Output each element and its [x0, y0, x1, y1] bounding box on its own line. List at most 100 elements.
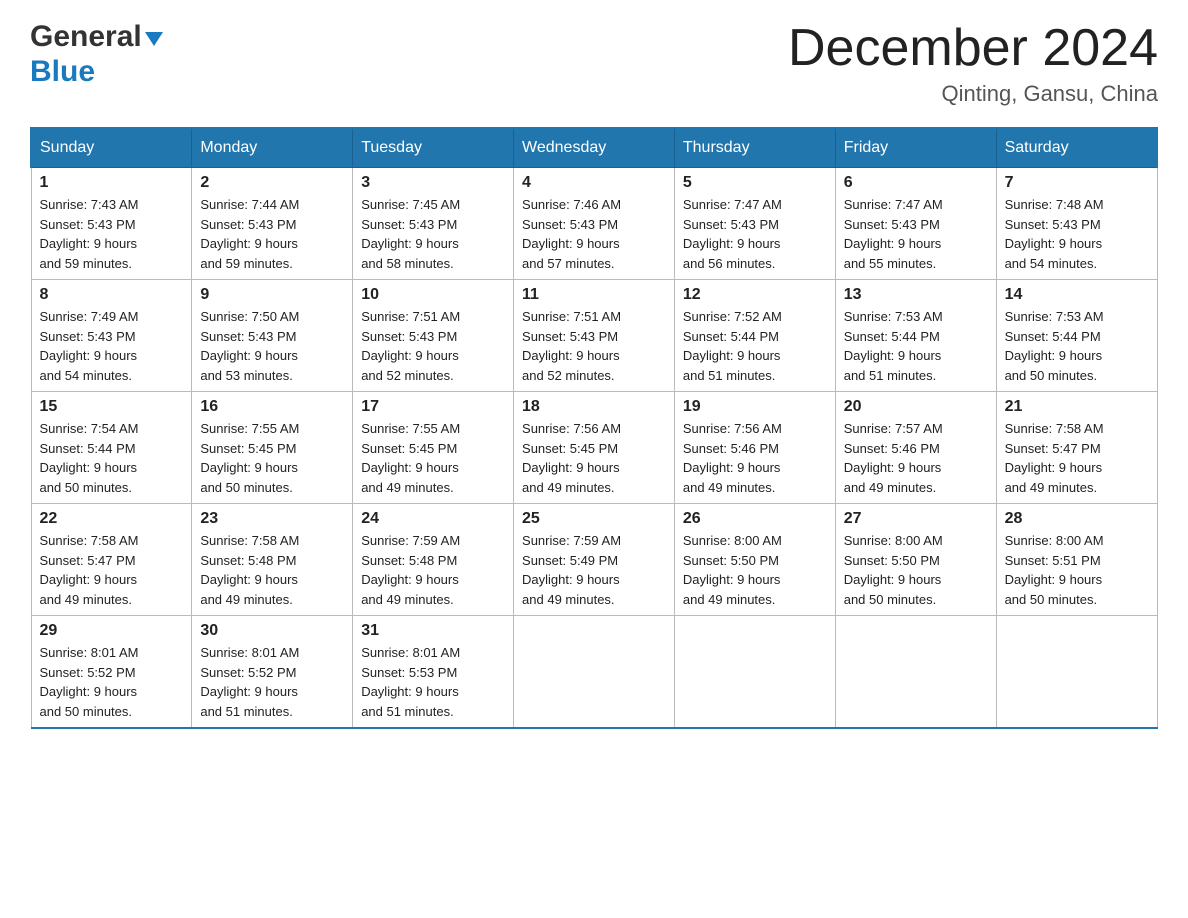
header-friday: Friday [835, 128, 996, 168]
day-number: 29 [40, 622, 184, 640]
calendar-cell: 23 Sunrise: 7:58 AMSunset: 5:48 PMDayligh… [192, 504, 353, 616]
day-number: 6 [844, 174, 988, 192]
calendar-cell: 20Sunrise: 7:57 AMSunset: 5:46 PMDayligh… [835, 392, 996, 504]
day-info: Sunrise: 7:47 AMSunset: 5:43 PMDaylight:… [683, 195, 827, 273]
day-number: 16 [200, 398, 344, 416]
day-info: Sunrise: 7:51 AMSunset: 5:43 PMDaylight:… [361, 307, 505, 385]
calendar-cell: 5Sunrise: 7:47 AMSunset: 5:43 PMDaylight… [674, 168, 835, 280]
calendar-cell: 15Sunrise: 7:54 AMSunset: 5:44 PMDayligh… [31, 392, 192, 504]
day-number: 25 [522, 510, 666, 528]
page-header: General Blue December 2024 Qinting, Gans… [30, 20, 1158, 107]
calendar-week-2: 8 Sunrise: 7:49 AMSunset: 5:43 PMDaylight… [31, 280, 1157, 392]
header-monday: Monday [192, 128, 353, 168]
month-title: December 2024 [788, 20, 1158, 77]
day-info: Sunrise: 7:55 AMSunset: 5:45 PMDaylight:… [361, 419, 505, 497]
calendar-week-4: 22Sunrise: 7:58 AMSunset: 5:47 PMDayligh… [31, 504, 1157, 616]
day-info: Sunrise: 8:01 AMSunset: 5:53 PMDaylight:… [361, 643, 505, 721]
calendar-cell: 7Sunrise: 7:48 AMSunset: 5:43 PMDaylight… [996, 168, 1157, 280]
header-saturday: Saturday [996, 128, 1157, 168]
day-number: 27 [844, 510, 988, 528]
day-info: Sunrise: 7:58 AMSunset: 5:47 PMDaylight:… [1005, 419, 1149, 497]
day-info: Sunrise: 7:45 AMSunset: 5:43 PMDaylight:… [361, 195, 505, 273]
day-number: 17 [361, 398, 505, 416]
calendar-cell: 22Sunrise: 7:58 AMSunset: 5:47 PMDayligh… [31, 504, 192, 616]
day-info: Sunrise: 7:56 AMSunset: 5:45 PMDaylight:… [522, 419, 666, 497]
day-info: Sunrise: 8:00 AMSunset: 5:50 PMDaylight:… [844, 531, 988, 609]
day-info: Sunrise: 7:43 AMSunset: 5:43 PMDaylight:… [40, 195, 184, 273]
day-info: Sunrise: 8:00 AMSunset: 5:51 PMDaylight:… [1005, 531, 1149, 609]
day-number: 3 [361, 174, 505, 192]
day-number: 1 [40, 174, 184, 192]
calendar-cell: 30 Sunrise: 8:01 AMSunset: 5:52 PMDayligh… [192, 616, 353, 729]
calendar-cell: 17 Sunrise: 7:55 AMSunset: 5:45 PMDayligh… [353, 392, 514, 504]
calendar-cell [996, 616, 1157, 729]
day-info: Sunrise: 7:59 AMSunset: 5:49 PMDaylight:… [522, 531, 666, 609]
calendar-cell: 4Sunrise: 7:46 AMSunset: 5:43 PMDaylight… [514, 168, 675, 280]
calendar-cell: 6 Sunrise: 7:47 AMSunset: 5:43 PMDaylight… [835, 168, 996, 280]
header-thursday: Thursday [674, 128, 835, 168]
calendar-cell: 18 Sunrise: 7:56 AMSunset: 5:45 PMDayligh… [514, 392, 675, 504]
calendar-cell: 28Sunrise: 8:00 AMSunset: 5:51 PMDayligh… [996, 504, 1157, 616]
title-block: December 2024 Qinting, Gansu, China [788, 20, 1158, 107]
day-info: Sunrise: 7:52 AMSunset: 5:44 PMDaylight:… [683, 307, 827, 385]
day-number: 21 [1005, 398, 1149, 416]
calendar-cell: 27 Sunrise: 8:00 AMSunset: 5:50 PMDayligh… [835, 504, 996, 616]
day-info: Sunrise: 7:48 AMSunset: 5:43 PMDaylight:… [1005, 195, 1149, 273]
logo-general-text: General [30, 20, 142, 53]
day-info: Sunrise: 7:51 AMSunset: 5:43 PMDaylight:… [522, 307, 666, 385]
day-number: 11 [522, 286, 666, 304]
day-info: Sunrise: 7:53 AMSunset: 5:44 PMDaylight:… [1005, 307, 1149, 385]
calendar-cell: 26 Sunrise: 8:00 AMSunset: 5:50 PMDayligh… [674, 504, 835, 616]
calendar-cell: 21 Sunrise: 7:58 AMSunset: 5:47 PMDayligh… [996, 392, 1157, 504]
calendar-cell: 14 Sunrise: 7:53 AMSunset: 5:44 PMDayligh… [996, 280, 1157, 392]
day-number: 4 [522, 174, 666, 192]
calendar-week-3: 15Sunrise: 7:54 AMSunset: 5:44 PMDayligh… [31, 392, 1157, 504]
day-info: Sunrise: 7:58 AMSunset: 5:48 PMDaylight:… [200, 531, 344, 609]
day-info: Sunrise: 7:58 AMSunset: 5:47 PMDaylight:… [40, 531, 184, 609]
day-number: 19 [683, 398, 827, 416]
day-number: 23 [200, 510, 344, 528]
logo-general-line: General [30, 20, 163, 55]
day-info: Sunrise: 7:47 AMSunset: 5:43 PMDaylight:… [844, 195, 988, 273]
day-info: Sunrise: 8:00 AMSunset: 5:50 PMDaylight:… [683, 531, 827, 609]
day-number: 12 [683, 286, 827, 304]
location-title: Qinting, Gansu, China [788, 81, 1158, 107]
day-number: 8 [40, 286, 184, 304]
day-number: 10 [361, 286, 505, 304]
day-number: 18 [522, 398, 666, 416]
header-tuesday: Tuesday [353, 128, 514, 168]
day-info: Sunrise: 8:01 AMSunset: 5:52 PMDaylight:… [200, 643, 344, 721]
day-number: 9 [200, 286, 344, 304]
calendar-cell: 2Sunrise: 7:44 AMSunset: 5:43 PMDaylight… [192, 168, 353, 280]
day-number: 26 [683, 510, 827, 528]
day-number: 30 [200, 622, 344, 640]
logo-text: General Blue [30, 20, 163, 88]
logo: General Blue [30, 20, 163, 88]
day-info: Sunrise: 7:59 AMSunset: 5:48 PMDaylight:… [361, 531, 505, 609]
calendar-cell: 16 Sunrise: 7:55 AMSunset: 5:45 PMDayligh… [192, 392, 353, 504]
calendar-cell: 9 Sunrise: 7:50 AMSunset: 5:43 PMDaylight… [192, 280, 353, 392]
day-info: Sunrise: 7:50 AMSunset: 5:43 PMDaylight:… [200, 307, 344, 385]
calendar-week-1: 1 Sunrise: 7:43 AMSunset: 5:43 PMDaylight… [31, 168, 1157, 280]
calendar-cell: 13Sunrise: 7:53 AMSunset: 5:44 PMDayligh… [835, 280, 996, 392]
calendar-cell: 31Sunrise: 8:01 AMSunset: 5:53 PMDayligh… [353, 616, 514, 729]
logo-blue-text: Blue [30, 55, 163, 88]
day-info: Sunrise: 7:55 AMSunset: 5:45 PMDaylight:… [200, 419, 344, 497]
calendar-cell: 24Sunrise: 7:59 AMSunset: 5:48 PMDayligh… [353, 504, 514, 616]
calendar-cell: 11 Sunrise: 7:51 AMSunset: 5:43 PMDayligh… [514, 280, 675, 392]
calendar-cell: 19 Sunrise: 7:56 AMSunset: 5:46 PMDayligh… [674, 392, 835, 504]
day-info: Sunrise: 7:56 AMSunset: 5:46 PMDaylight:… [683, 419, 827, 497]
calendar-cell [835, 616, 996, 729]
calendar-cell [514, 616, 675, 729]
calendar-cell: 8 Sunrise: 7:49 AMSunset: 5:43 PMDaylight… [31, 280, 192, 392]
day-info: Sunrise: 7:49 AMSunset: 5:43 PMDaylight:… [40, 307, 184, 385]
calendar-week-5: 29 Sunrise: 8:01 AMSunset: 5:52 PMDayligh… [31, 616, 1157, 729]
calendar-cell: 25 Sunrise: 7:59 AMSunset: 5:49 PMDayligh… [514, 504, 675, 616]
calendar-cell: 1 Sunrise: 7:43 AMSunset: 5:43 PMDaylight… [31, 168, 192, 280]
day-number: 2 [200, 174, 344, 192]
day-info: Sunrise: 7:53 AMSunset: 5:44 PMDaylight:… [844, 307, 988, 385]
day-number: 14 [1005, 286, 1149, 304]
calendar-cell: 10 Sunrise: 7:51 AMSunset: 5:43 PMDayligh… [353, 280, 514, 392]
calendar-table: SundayMondayTuesdayWednesdayThursdayFrid… [30, 127, 1158, 729]
calendar-cell: 29Sunrise: 8:01 AMSunset: 5:52 PMDayligh… [31, 616, 192, 729]
